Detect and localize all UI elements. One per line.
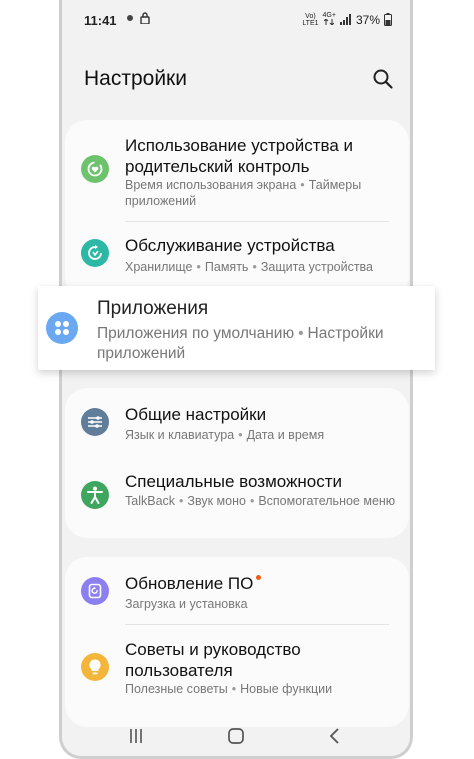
settings-item-subtitle: Полезные советы • Новые функции: [125, 682, 333, 696]
back-button[interactable]: [324, 726, 344, 746]
battery-icon: [384, 13, 392, 26]
update-badge: [256, 575, 262, 580]
notification-dot-icon: [127, 15, 133, 21]
navigation-bar: [62, 716, 410, 756]
settings-item-apps-highlighted[interactable]: Приложения Приложения по умолчанию • Настр…: [38, 286, 435, 370]
settings-item-title: Советы и руководство пользователя: [125, 640, 301, 680]
page-title: Настройки: [84, 67, 187, 90]
settings-card-3: Обновление ПО Загрузка и установка Совет…: [65, 557, 409, 727]
status-bar: 11:41 Vo) LTE1 4G+ 37%: [62, 0, 410, 40]
status-time: 11:41: [84, 13, 117, 28]
search-icon[interactable]: [372, 68, 394, 90]
settings-item-title: Специальные возможности: [125, 472, 343, 491]
lte-label: LTE1: [302, 19, 319, 27]
settings-item-subtitle: Загрузка и установка: [125, 597, 248, 611]
settings-card-1: Использование устройства и родительский …: [65, 120, 409, 298]
settings-item-subtitle: Хранилище • Память • Защита устройства: [125, 260, 374, 274]
home-button[interactable]: [225, 726, 247, 746]
lightbulb-icon: [81, 653, 109, 681]
apps-icon: [46, 312, 78, 344]
settings-item-title: Обновление ПО: [125, 573, 397, 594]
sliders-icon: [81, 408, 109, 436]
settings-item-tips[interactable]: Советы и руководство пользователя Полезн…: [65, 625, 409, 715]
device-care-icon: [81, 239, 109, 267]
back-icon: [329, 728, 339, 744]
settings-item-digital-wellbeing[interactable]: Использование устройства и родительский …: [65, 120, 409, 220]
network-type-label: 4G+: [322, 12, 336, 19]
settings-item-title: Обслуживание устройства: [125, 236, 335, 255]
settings-item-title: Использование устройства и родительский …: [125, 136, 353, 176]
volte-label: Vo): [305, 12, 316, 20]
settings-item-general-management[interactable]: Общие настройки Язык и клавиатура • Дата и…: [65, 388, 409, 454]
apps-subtitle: Приложения по умолчанию • Настройки прилож…: [97, 325, 384, 362]
settings-item-subtitle: Язык и клавиатура • Дата и время: [125, 428, 325, 442]
settings-item-device-care[interactable]: Обслуживание устройства Хранилище • Память…: [65, 222, 409, 292]
recent-apps-button[interactable]: [126, 726, 146, 746]
apps-title: Приложения: [97, 298, 209, 319]
battery-percent: 37%: [355, 12, 380, 27]
settings-item-subtitle: Время использования экрана • Таймеры прило…: [125, 178, 362, 208]
recent-apps-icon: [130, 729, 142, 743]
settings-item-title: Общие настройки: [125, 405, 267, 424]
settings-item-software-update[interactable]: Обновление ПО Загрузка и установка: [65, 557, 409, 623]
signal-icon: [339, 14, 351, 25]
data-arrows-icon: [323, 18, 335, 26]
lock-icon: [140, 12, 150, 24]
software-update-icon: [81, 577, 109, 605]
accessibility-icon: [81, 481, 109, 509]
settings-item-subtitle: TalkBack • Звук моно • Вспомогательное меню: [125, 494, 396, 508]
settings-card-2: Общие настройки Язык и клавиатура • Дата и…: [65, 388, 409, 538]
settings-item-accessibility[interactable]: Специальные возможности TalkBack • Звук мо…: [65, 458, 409, 534]
home-icon: [228, 728, 244, 744]
digital-wellbeing-icon: [81, 155, 109, 183]
phone-screen: 11:41 Vo) LTE1 4G+ 37% Настройки Использо…: [59, 0, 413, 759]
